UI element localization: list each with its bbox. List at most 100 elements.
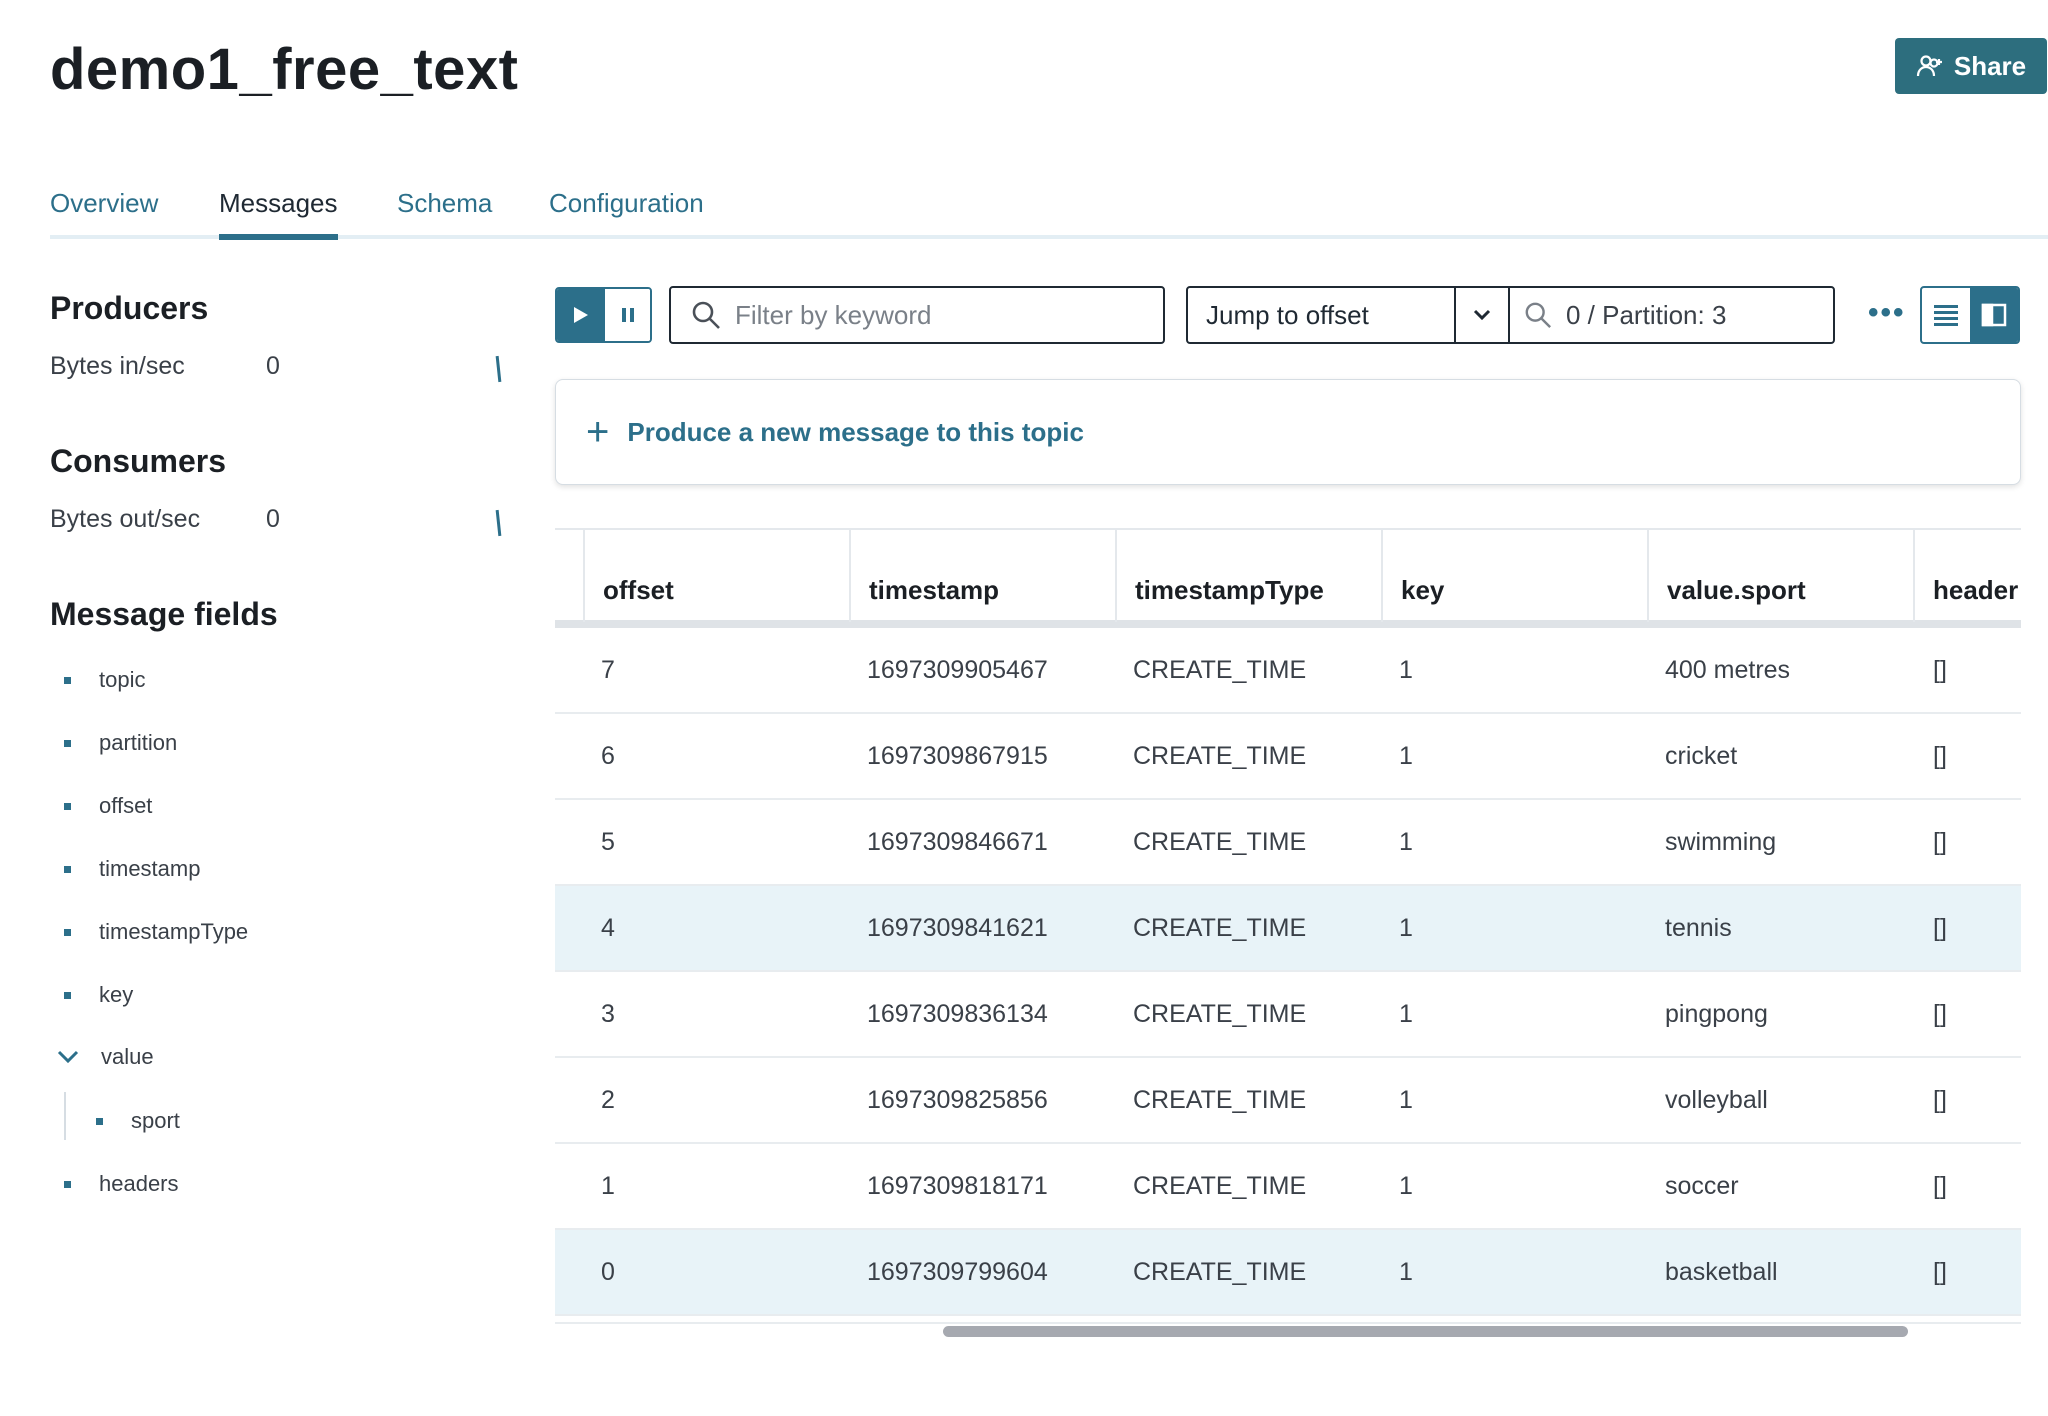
share-button[interactable]: Share: [1895, 38, 2047, 94]
cell-value-sport: 400 metres: [1665, 656, 1791, 684]
field-item-value[interactable]: value: [57, 1044, 154, 1070]
column-header-key[interactable]: key: [1381, 530, 1649, 622]
bullet-icon: [64, 928, 71, 936]
field-item-value-sport[interactable]: sport: [96, 1108, 180, 1134]
play-icon: [574, 307, 588, 323]
partition-search-input[interactable]: 0 / Partition: 3: [1508, 286, 1835, 344]
message-fields-title: Message fields: [50, 596, 278, 632]
cell-timestamptype: CREATE_TIME: [1133, 1258, 1307, 1286]
cell-timestamp: 1697309836134: [867, 1000, 1048, 1028]
filter-input[interactable]: Filter by keyword: [669, 286, 1165, 344]
table-row[interactable]: 1 1697309818171 CREATE_TIME 1 soccer []: [555, 1144, 2021, 1230]
produce-message-link[interactable]: Produce a new message to this topic: [627, 417, 1084, 448]
field-item-timestamp[interactable]: timestamp: [64, 856, 200, 882]
field-item-timestamptype[interactable]: timestampType: [64, 919, 248, 945]
table-header: offset timestamp timestampType key value…: [555, 528, 2021, 628]
tab-schema[interactable]: Schema: [397, 188, 492, 240]
partition-value: 0 / Partition: 3: [1566, 299, 1727, 330]
cell-header: []: [1933, 914, 1947, 942]
pause-button[interactable]: [605, 289, 650, 341]
cell-timestamp: 1697309799604: [867, 1258, 1048, 1286]
cell-value-sport: pingpong: [1665, 1000, 1768, 1028]
cell-value-sport: volleyball: [1665, 1086, 1768, 1114]
column-header-header[interactable]: header: [1913, 530, 2021, 622]
table-row[interactable]: 2 1697309825856 CREATE_TIME 1 volleyball…: [555, 1058, 2021, 1144]
bytes-in-value: 0: [266, 352, 280, 380]
table-row[interactable]: 5 1697309846671 CREATE_TIME 1 swimming […: [555, 800, 2021, 886]
jump-to-offset-select[interactable]: Jump to offset: [1186, 286, 1456, 344]
cell-offset: 4: [601, 914, 615, 942]
cell-key: 1: [1399, 656, 1413, 684]
column-header-timestamp[interactable]: timestamp: [849, 530, 1117, 622]
field-item-offset[interactable]: offset: [64, 793, 152, 819]
cell-offset: 0: [601, 1258, 615, 1286]
chevron-down-icon[interactable]: [57, 1050, 79, 1064]
cell-offset: 5: [601, 828, 615, 856]
split-view-button[interactable]: [1970, 288, 2018, 342]
cell-key: 1: [1399, 1000, 1413, 1028]
bullet-icon: [96, 1117, 103, 1125]
play-button[interactable]: [557, 289, 605, 341]
bullet-icon: [64, 802, 71, 810]
cell-header: []: [1933, 1172, 1947, 1200]
search-icon: [692, 301, 720, 329]
cell-header: []: [1933, 656, 1947, 684]
cell-key: 1: [1399, 1172, 1413, 1200]
consumers-title: Consumers: [50, 443, 227, 479]
jump-dropdown-toggle[interactable]: [1454, 286, 1510, 344]
table-row[interactable]: 4 1697309841621 CREATE_TIME 1 tennis []: [555, 886, 2021, 972]
tabs-divider: [50, 235, 2048, 239]
column-header-offset[interactable]: offset: [583, 530, 851, 622]
cell-timestamptype: CREATE_TIME: [1133, 914, 1307, 942]
cell-key: 1: [1399, 1086, 1413, 1114]
table-row[interactable]: 7 1697309905467 CREATE_TIME 1 400 metres…: [555, 628, 2021, 714]
bytes-out-sparkline: [495, 509, 502, 537]
page-title: demo1_free_text: [50, 37, 519, 102]
list-view-icon: [1934, 305, 1958, 326]
produce-message-panel[interactable]: + Produce a new message to this topic: [555, 379, 2021, 485]
cell-offset: 3: [601, 1000, 615, 1028]
cell-timestamptype: CREATE_TIME: [1133, 656, 1307, 684]
cell-header: []: [1933, 828, 1947, 856]
add-user-icon: [1916, 55, 1942, 77]
table-row[interactable]: 3 1697309836134 CREATE_TIME 1 pingpong […: [555, 972, 2021, 1058]
tab-messages[interactable]: Messages: [219, 188, 338, 240]
cell-value-sport: basketball: [1665, 1258, 1778, 1286]
column-header-value-sport[interactable]: value.sport: [1647, 530, 1915, 622]
table-row[interactable]: 0 1697309799604 CREATE_TIME 1 basketball…: [555, 1230, 2021, 1316]
field-item-headers[interactable]: headers: [64, 1171, 179, 1197]
pause-icon: [621, 308, 634, 322]
tree-guide-line: [64, 1092, 66, 1140]
cell-offset: 6: [601, 742, 615, 770]
cell-key: 1: [1399, 742, 1413, 770]
field-item-topic[interactable]: topic: [64, 667, 145, 693]
cell-key: 1: [1399, 1258, 1413, 1286]
field-item-key[interactable]: key: [64, 982, 133, 1008]
cell-timestamp: 1697309846671: [867, 828, 1048, 856]
tab-overview[interactable]: Overview: [50, 188, 158, 240]
more-options-button[interactable]: •••: [1868, 296, 1906, 330]
tab-configuration[interactable]: Configuration: [549, 188, 704, 240]
cell-key: 1: [1399, 828, 1413, 856]
cell-timestamp: 1697309867915: [867, 742, 1048, 770]
bullet-icon: [64, 676, 71, 684]
cell-header: []: [1933, 742, 1947, 770]
messages-table: offset timestamp timestampType key value…: [555, 528, 2021, 1343]
cell-value-sport: swimming: [1665, 828, 1777, 856]
horizontal-scrollbar-thumb[interactable]: [943, 1326, 1908, 1337]
cell-value-sport: tennis: [1665, 914, 1732, 942]
bytes-in-sparkline: [495, 355, 502, 383]
share-label: Share: [1953, 50, 2027, 81]
list-view-button[interactable]: [1922, 288, 1970, 342]
column-header-timestamptype[interactable]: timestampType: [1115, 530, 1383, 622]
field-item-partition[interactable]: partition: [64, 730, 177, 756]
cell-timestamptype: CREATE_TIME: [1133, 1172, 1307, 1200]
bullet-icon: [64, 739, 71, 747]
table-row[interactable]: 6 1697309867915 CREATE_TIME 1 cricket []: [555, 714, 2021, 800]
cell-key: 1: [1399, 914, 1413, 942]
cell-timestamp: 1697309825856: [867, 1086, 1048, 1114]
cell-offset: 1: [601, 1172, 615, 1200]
bytes-out-value: 0: [266, 505, 280, 533]
cell-timestamp: 1697309818171: [867, 1172, 1048, 1200]
cell-header: []: [1933, 1258, 1947, 1286]
